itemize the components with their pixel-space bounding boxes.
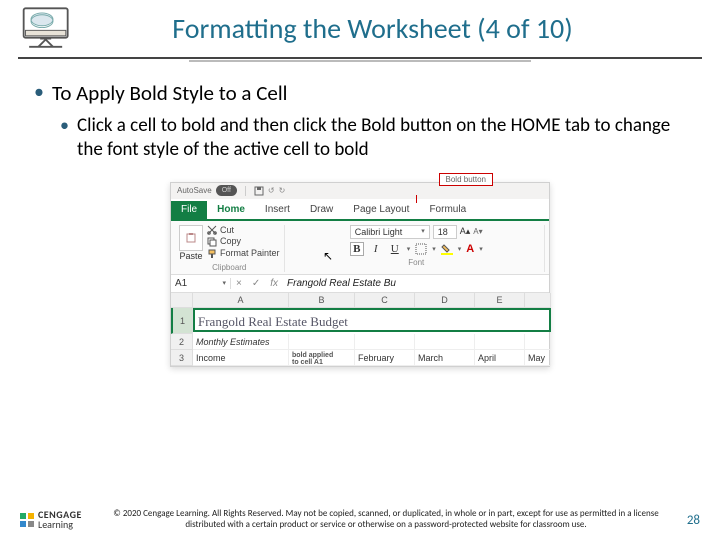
tab-formulas[interactable]: Formula bbox=[419, 201, 476, 219]
tab-page-layout[interactable]: Page Layout bbox=[343, 201, 419, 219]
cancel-icon[interactable]: × bbox=[231, 278, 247, 289]
cell-a1[interactable]: Frangold Real Estate Budget bbox=[193, 308, 551, 332]
underline-button[interactable]: U bbox=[388, 242, 402, 256]
autosave-toggle[interactable]: Off bbox=[216, 185, 237, 196]
col-header: C bbox=[355, 293, 415, 308]
row-header: 1 bbox=[171, 308, 193, 334]
copy-icon bbox=[207, 237, 217, 247]
spreadsheet-grid[interactable]: A B C D E 1 Frangold Real Estate Budget … bbox=[171, 293, 549, 366]
row-header: 3 bbox=[171, 350, 193, 366]
cell: February bbox=[355, 350, 415, 366]
col-header: A bbox=[193, 293, 289, 308]
cell: March bbox=[415, 350, 475, 366]
font-size-select[interactable]: 18 bbox=[433, 225, 457, 239]
font-color-icon[interactable]: A bbox=[466, 243, 474, 255]
copy-button[interactable]: Copy bbox=[207, 236, 280, 248]
name-box[interactable]: A1▾ bbox=[171, 278, 231, 289]
brush-icon bbox=[207, 249, 217, 259]
cut-button[interactable]: Cut bbox=[207, 225, 280, 237]
page-number: 28 bbox=[670, 513, 700, 528]
decrease-font-icon[interactable]: A▾ bbox=[473, 227, 482, 236]
tab-draw[interactable]: Draw bbox=[300, 201, 343, 219]
scissors-icon bbox=[207, 225, 217, 235]
borders-icon[interactable] bbox=[415, 243, 427, 255]
row-header: 2 bbox=[171, 334, 193, 350]
bullet-level-2: • Click a cell to bold and then click th… bbox=[60, 114, 686, 162]
excel-screenshot: AutoSave Off ↺ ↻ Bold button File Home I… bbox=[170, 182, 550, 367]
increase-font-icon[interactable]: A▴ bbox=[460, 226, 471, 237]
projector-icon bbox=[20, 6, 75, 51]
cell: Monthly Estimates bbox=[193, 334, 289, 350]
fill-color-icon[interactable] bbox=[441, 243, 453, 255]
bold-button-callout: Bold button bbox=[439, 173, 493, 186]
autosave-label: AutoSave bbox=[177, 186, 212, 195]
font-name-select[interactable]: Calibri Light▾ bbox=[350, 225, 430, 239]
bold-button[interactable]: B bbox=[350, 242, 364, 256]
slide-title: Formatting the Worksheet (4 of 10) bbox=[85, 11, 700, 46]
cell: May bbox=[525, 350, 551, 366]
enter-icon[interactable]: ✓ bbox=[247, 278, 265, 289]
annotation-bold-applied: bold appliedto cell A1 bbox=[289, 350, 355, 366]
tab-insert[interactable]: Insert bbox=[255, 201, 300, 219]
cell: Income bbox=[193, 350, 289, 366]
font-group-label: Font bbox=[408, 258, 424, 267]
cell: April bbox=[475, 350, 525, 366]
bullet-level-1: • To Apply Bold Style to a Cell bbox=[34, 80, 686, 106]
tab-home[interactable]: Home bbox=[207, 201, 255, 221]
col-header: E bbox=[475, 293, 525, 308]
fx-icon[interactable]: fx bbox=[265, 278, 283, 289]
col-header: B bbox=[289, 293, 355, 308]
formula-bar[interactable]: Frangold Real Estate Bu bbox=[283, 278, 549, 289]
cengage-logo: CENGAGELearning bbox=[20, 506, 102, 534]
clipboard-icon bbox=[186, 233, 196, 243]
save-icon[interactable] bbox=[254, 186, 264, 196]
italic-button[interactable]: I bbox=[369, 242, 383, 256]
copyright-text: © 2020 Cengage Learning. All Rights Rese… bbox=[102, 509, 670, 531]
format-painter-button[interactable]: Format Painter bbox=[207, 248, 280, 260]
divider bbox=[18, 57, 702, 59]
clipboard-group-label: Clipboard bbox=[212, 263, 246, 272]
paste-button[interactable] bbox=[179, 225, 203, 251]
col-header: D bbox=[415, 293, 475, 308]
tab-file[interactable]: File bbox=[171, 201, 207, 219]
